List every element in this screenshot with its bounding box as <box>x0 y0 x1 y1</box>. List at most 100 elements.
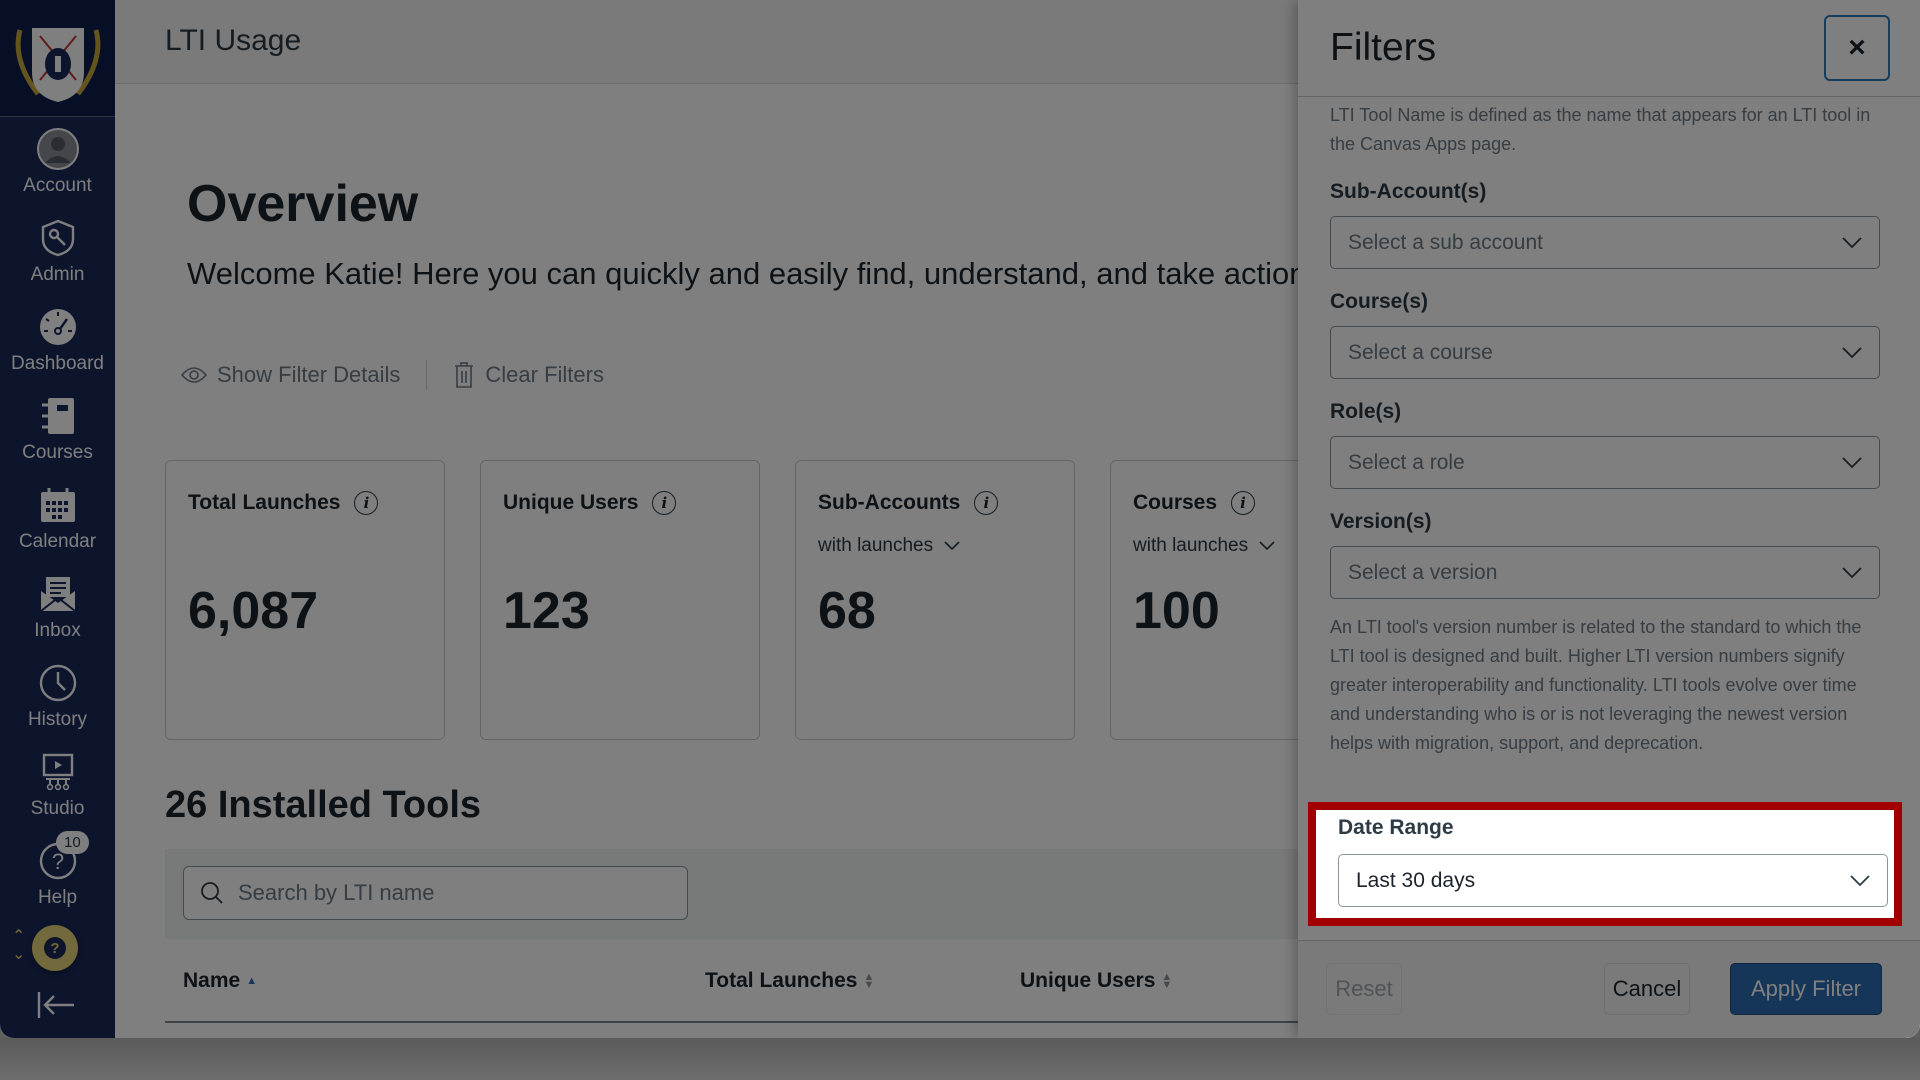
date-range-value: Last 30 days <box>1356 868 1476 892</box>
close-button[interactable]: × <box>1824 15 1890 81</box>
desktop-background <box>0 1038 1920 1080</box>
studio-screen-icon <box>36 750 80 794</box>
card-value: 100 <box>1133 582 1220 640</box>
nav-item-courses[interactable]: Courses <box>0 384 115 473</box>
tray-body: LTI Tool Name is defined as the name tha… <box>1330 97 1880 758</box>
chevron-down-icon <box>1850 874 1870 886</box>
column-label: Total Launches <box>705 969 858 992</box>
admin-shield-key-icon <box>36 216 80 260</box>
info-icon[interactable]: i <box>974 491 999 515</box>
version-label: Version(s) <box>1330 510 1432 533</box>
chevron-down-icon <box>944 541 960 551</box>
nav-label: Help <box>37 887 78 908</box>
column-header-total-launches[interactable]: Total Launches ▲ ▼ <box>705 969 874 993</box>
card-sub-accounts: Sub-Accounts i with launches 68 <box>795 460 1075 740</box>
nav-label: Inbox <box>34 620 81 641</box>
overview-heading: Overview <box>187 175 419 233</box>
eye-icon <box>181 367 207 383</box>
sort-icon: ▲ ▼ <box>1161 971 1173 991</box>
help-badge: 10 <box>56 831 89 854</box>
role-label: Role(s) <box>1330 400 1402 423</box>
role-select[interactable]: Select a role <box>1330 436 1880 489</box>
history-clock-icon <box>36 661 80 705</box>
calendar-icon <box>36 483 80 527</box>
date-range-highlight: Date Range Last 30 days <box>1308 802 1902 926</box>
tool-name-help-text: LTI Tool Name is defined as the name tha… <box>1330 105 1871 154</box>
show-filter-details-label: Show Filter Details <box>217 362 401 387</box>
divider <box>426 360 428 390</box>
nav-label: Admin <box>30 264 85 285</box>
card-total-launches: Total Launches i 6,087 <box>165 460 445 740</box>
cancel-button[interactable]: Cancel <box>1604 963 1690 1015</box>
help-fab-button[interactable]: ? <box>32 925 78 971</box>
column-label: Name <box>183 969 241 992</box>
nav-item-calendar[interactable]: Calendar <box>0 473 115 562</box>
table-header: Name ▲ Total Launches ▲ ▼ Unique Users ▲ ▼ <box>165 939 1465 1023</box>
info-icon[interactable]: i <box>354 491 379 515</box>
installed-tools-heading: 26 Installed Tools <box>165 784 482 826</box>
search-icon <box>201 882 223 904</box>
card-title: Courses <box>1133 491 1218 514</box>
version-help-text: An LTI tool's version number is related … <box>1330 617 1862 753</box>
column-header-unique-users[interactable]: Unique Users ▲ ▼ <box>1020 969 1172 993</box>
nav-item-account[interactable]: Account <box>0 117 115 206</box>
date-range-label: Date Range <box>1338 816 1454 839</box>
show-filter-details-button[interactable]: Show Filter Details <box>181 362 400 388</box>
column-header-name[interactable]: Name ▲ <box>183 969 257 993</box>
course-select[interactable]: Select a course <box>1330 326 1880 379</box>
card-value: 6,087 <box>188 582 319 640</box>
sub-accounts-mode-dropdown[interactable]: with launches <box>818 535 1052 557</box>
nav-item-admin[interactable]: Admin <box>0 206 115 295</box>
global-nav: Account Admin Dashboard Courses Calendar <box>0 0 115 1038</box>
collapse-nav-button[interactable] <box>36 990 76 1025</box>
card-unique-users: Unique Users i 123 <box>480 460 760 740</box>
sort-icon: ▲ ▼ <box>863 971 875 991</box>
nav-label: Courses <box>22 442 93 463</box>
institution-logo[interactable] <box>0 0 115 117</box>
card-value: 123 <box>503 582 590 640</box>
search-field <box>183 866 688 920</box>
table-toolbar <box>165 849 1465 939</box>
nav-item-help[interactable]: ? 10 Help <box>0 829 115 918</box>
column-label: Unique Users <box>1020 969 1156 992</box>
nav-item-history[interactable]: History <box>0 651 115 740</box>
sort-ascending-icon: ▲ <box>246 975 258 987</box>
select-placeholder: Select a sub account <box>1348 230 1543 254</box>
nav-label: Studio <box>30 798 85 819</box>
card-title: Unique Users <box>503 491 639 514</box>
chevron-down-icon <box>1842 236 1862 248</box>
app-frame: Account Admin Dashboard Courses Calendar <box>0 0 1920 1038</box>
chevron-down-icon <box>1842 566 1862 578</box>
inbox-envelope-icon <box>36 572 80 616</box>
chevron-up-down-icon[interactable]: ⌃ ⌄ <box>12 928 25 964</box>
info-icon[interactable]: i <box>1231 491 1256 515</box>
reset-button[interactable]: Reset <box>1326 963 1402 1015</box>
nav-label: Account <box>23 175 92 196</box>
tray-footer: Reset Cancel Apply Filter <box>1298 940 1920 1038</box>
sub-account-select[interactable]: Select a sub account <box>1330 216 1880 269</box>
search-input[interactable] <box>238 880 678 906</box>
chevron-down-icon <box>1842 456 1862 468</box>
chevron-down-icon <box>1259 541 1275 551</box>
help-fab-icon: ? <box>44 937 66 959</box>
card-title: Sub-Accounts <box>818 491 961 514</box>
nav-item-dashboard[interactable]: Dashboard <box>0 295 115 384</box>
apply-filter-button[interactable]: Apply Filter <box>1730 963 1882 1015</box>
sub-account-label: Sub-Account(s) <box>1330 180 1487 203</box>
clear-filters-label: Clear Filters <box>485 362 604 387</box>
nav-item-inbox[interactable]: Inbox <box>0 562 115 651</box>
course-label: Course(s) <box>1330 290 1429 313</box>
courses-notebook-icon <box>36 394 80 438</box>
info-icon[interactable]: i <box>652 491 677 515</box>
tray-header: Filters × <box>1298 0 1920 97</box>
nav-label: History <box>27 709 88 730</box>
clear-filters-button[interactable]: Clear Filters <box>453 361 604 389</box>
card-subtitle: with launches <box>818 535 934 556</box>
card-value: 68 <box>818 582 876 640</box>
nav-item-studio[interactable]: Studio <box>0 740 115 829</box>
date-range-select[interactable]: Last 30 days <box>1338 854 1888 907</box>
version-select[interactable]: Select a version <box>1330 546 1880 599</box>
card-subtitle: with launches <box>1133 535 1249 556</box>
chevron-down-icon <box>1842 346 1862 358</box>
summary-cards: Total Launches i 6,087 Unique Users i 123 … <box>165 460 1390 740</box>
